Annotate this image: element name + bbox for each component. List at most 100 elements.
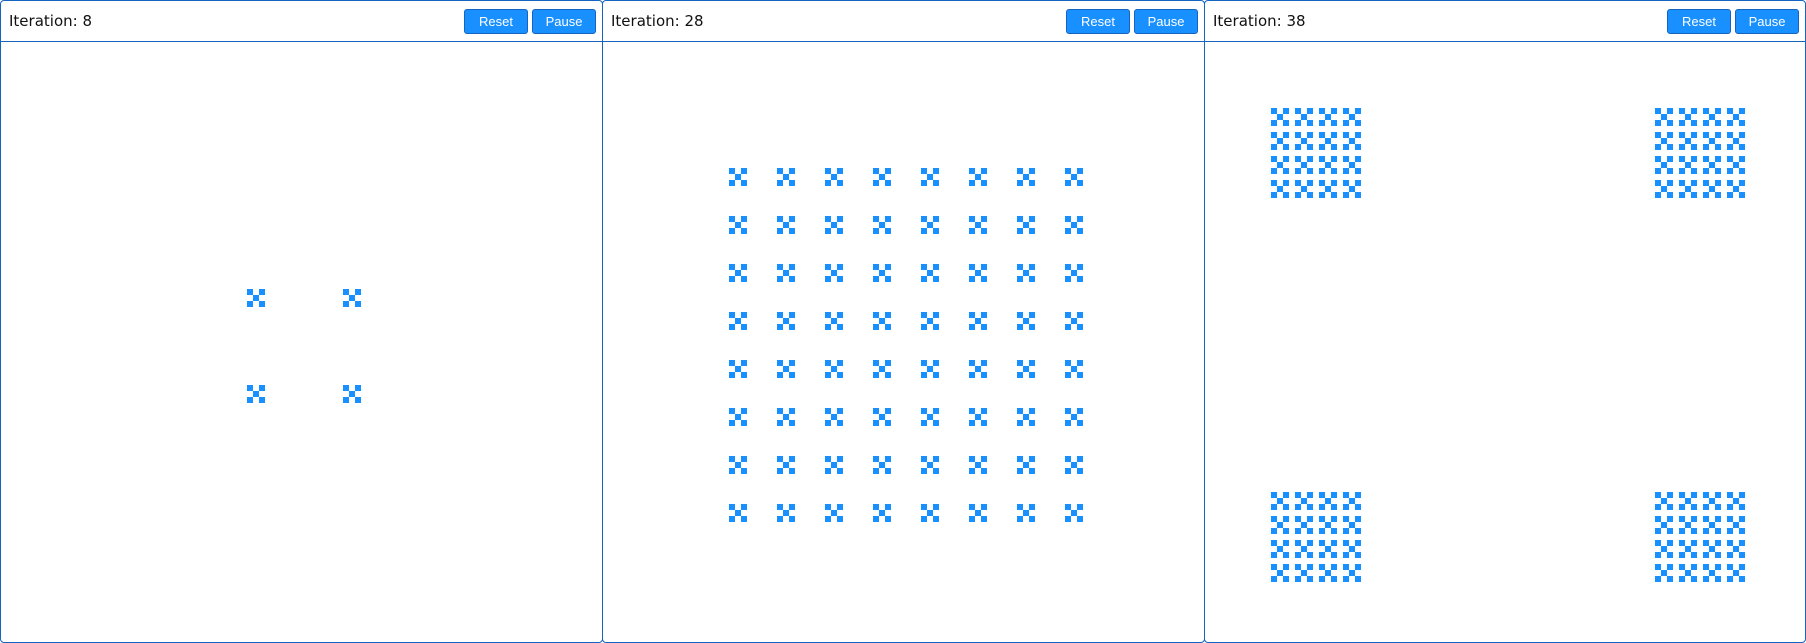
fractal-cell <box>1319 144 1325 150</box>
fractal-cell <box>1715 492 1721 498</box>
fractal-cell <box>1343 132 1349 138</box>
fractal-cell <box>1017 468 1023 474</box>
fractal-cell <box>789 228 795 234</box>
fractal-cell <box>1715 516 1721 522</box>
fractal-cell <box>1065 372 1071 378</box>
fractal-cell <box>1661 138 1667 144</box>
reset-button[interactable]: Reset <box>1667 8 1731 34</box>
fractal-cell <box>885 468 891 474</box>
fractal-cell <box>1077 312 1083 318</box>
fractal-cell <box>1343 492 1349 498</box>
fractal-cell <box>825 180 831 186</box>
fractal-cell <box>1691 168 1697 174</box>
fractal-cell <box>1331 180 1337 186</box>
fractal-cell <box>1733 498 1739 504</box>
fractal-cell <box>981 264 987 270</box>
fractal-cell <box>1355 192 1361 198</box>
fractal-cell <box>1709 186 1715 192</box>
fractal-cell <box>1343 564 1349 570</box>
fractal-cell <box>1655 540 1661 546</box>
fractal-cell <box>837 312 843 318</box>
fractal-cell <box>1679 132 1685 138</box>
fractal-cell <box>975 366 981 372</box>
fractal-cell <box>1343 504 1349 510</box>
fractal-cell <box>1715 564 1721 570</box>
fractal-cell <box>741 228 747 234</box>
fractal-cell <box>1733 138 1739 144</box>
fractal-cell <box>741 468 747 474</box>
fractal-cell <box>1667 528 1673 534</box>
fractal-cell <box>825 228 831 234</box>
fractal-cell <box>969 216 975 222</box>
fractal-cell <box>1703 552 1709 558</box>
reset-button[interactable]: Reset <box>1066 8 1130 34</box>
fractal-cell <box>1343 120 1349 126</box>
fractal-cell <box>1679 576 1685 582</box>
fractal-cell <box>1715 120 1721 126</box>
fractal-cell <box>1355 540 1361 546</box>
fractal-cell <box>927 414 933 420</box>
fractal-cell <box>1739 180 1745 186</box>
fractal-cell <box>921 276 927 282</box>
fractal-cell <box>1071 318 1077 324</box>
fractal-cell <box>1283 180 1289 186</box>
fractal-cell <box>1733 546 1739 552</box>
fractal-cell <box>1655 156 1661 162</box>
fractal-cell <box>1029 420 1035 426</box>
fractal-cell <box>1727 540 1733 546</box>
fractal-cell <box>741 420 747 426</box>
fractal-cell <box>1017 504 1023 510</box>
fractal-cell <box>1065 216 1071 222</box>
fractal-cell <box>741 504 747 510</box>
fractal-cell <box>1733 186 1739 192</box>
fractal-cell <box>1077 516 1083 522</box>
fractal-cell <box>1271 516 1277 522</box>
fractal-cell <box>1271 180 1277 186</box>
pause-button[interactable]: Pause <box>1735 8 1799 34</box>
fractal-cell <box>1355 552 1361 558</box>
fractal-cell <box>1727 120 1733 126</box>
fractal-cell <box>1307 180 1313 186</box>
reset-button[interactable]: Reset <box>464 8 528 34</box>
fractal-cell <box>777 216 783 222</box>
fractal-cell <box>1065 516 1071 522</box>
fractal-cell <box>831 462 837 468</box>
fractal-cell <box>1271 156 1277 162</box>
fractal-cell <box>1703 492 1709 498</box>
fractal-cell <box>975 222 981 228</box>
fractal-cell <box>933 324 939 330</box>
fractal-cell <box>1071 366 1077 372</box>
fractal-cell <box>1023 222 1029 228</box>
fractal-cell <box>1727 516 1733 522</box>
fractal-cell <box>1295 132 1301 138</box>
fractal-cell <box>921 420 927 426</box>
fractal-cell <box>1685 522 1691 528</box>
fractal-cell <box>777 372 783 378</box>
pause-button[interactable]: Pause <box>1134 8 1198 34</box>
fractal-cell <box>1271 108 1277 114</box>
fractal-cell <box>789 504 795 510</box>
fractal-cell <box>777 456 783 462</box>
fractal-cell <box>1727 552 1733 558</box>
fractal-cell <box>885 420 891 426</box>
fractal-cell <box>729 264 735 270</box>
fractal-cell <box>253 295 259 301</box>
fractal-cell <box>969 408 975 414</box>
fractal-cell <box>1277 498 1283 504</box>
fractal-cell <box>927 222 933 228</box>
fractal-cell <box>1655 192 1661 198</box>
fractal-cell <box>1355 564 1361 570</box>
fractal-cell <box>1667 552 1673 558</box>
fractal-cell <box>1307 120 1313 126</box>
fractal-cell <box>777 408 783 414</box>
fractal-cell <box>885 408 891 414</box>
fractal-cell <box>1295 528 1301 534</box>
fractal-cell <box>1077 168 1083 174</box>
fractal-cell <box>1301 546 1307 552</box>
fractal-cell <box>1739 168 1745 174</box>
fractal-cell <box>735 462 741 468</box>
fractal-cell <box>885 180 891 186</box>
fractal-cell <box>837 420 843 426</box>
pause-button[interactable]: Pause <box>532 8 596 34</box>
fractal-cell <box>933 372 939 378</box>
